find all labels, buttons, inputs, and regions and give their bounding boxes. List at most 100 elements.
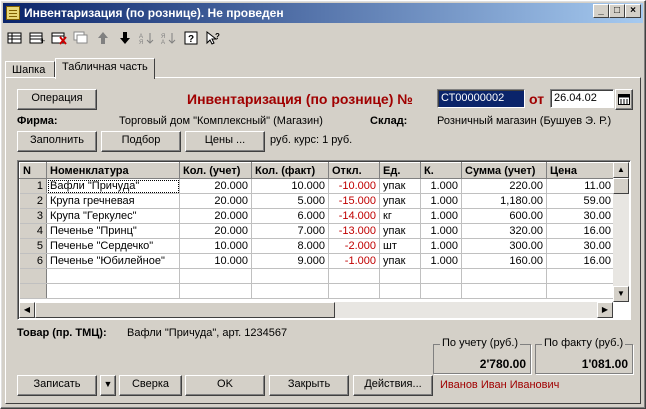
cell-qty-fact[interactable]: 9.000 [251,253,329,269]
cell-deviation: -15.000 [328,193,380,209]
column-header[interactable]: Сумма (учет) [461,162,547,179]
column-header[interactable]: Кол. (учет) [179,162,252,179]
select-button[interactable]: Подбор [101,131,181,152]
tab-header[interactable]: Шапка [5,61,55,78]
svg-text:A: A [161,40,165,45]
table-row-empty [19,283,615,299]
cell-sum-acc: 220.00 [461,178,547,194]
tab-table-part[interactable]: Табличная часть [55,58,155,79]
close-button[interactable]: Закрыть [269,375,349,396]
cell-name[interactable]: Печенье "Юбилейное" [46,253,180,269]
cell-unit[interactable]: шт [379,238,421,254]
cell-qty-fact[interactable]: 5.000 [251,193,329,209]
vertical-scroll-thumb[interactable] [613,178,629,194]
help-icon[interactable]: ? [181,28,201,48]
save-dropdown-icon[interactable]: ▼ [100,375,116,396]
document-date-field[interactable]: 26.04.02 [550,89,614,108]
table-row[interactable]: 5 Печенье "Сердечко" 10.000 8.000 -2.000… [19,238,615,254]
sort-desc-icon[interactable]: ЯA [159,28,179,48]
firm-value[interactable]: Торговый дом "Комплексный" (Магазин) [119,115,323,127]
scroll-left-icon[interactable]: ◀ [19,302,35,318]
sort-asc-icon[interactable]: AЯ [137,28,157,48]
new-row-icon[interactable] [5,28,25,48]
exchange-rate-text: руб. курс: 1 руб. [270,134,353,146]
cell-price[interactable]: 30.00 [546,238,615,254]
cell-name[interactable]: Печенье "Сердечко" [46,238,180,254]
cell-price[interactable]: 59.00 [546,193,615,209]
scroll-down-icon[interactable]: ▼ [613,286,629,302]
table-row[interactable]: 4 Печенье "Принц" 20.000 7.000 -13.000 у… [19,223,615,239]
cell-qty-fact[interactable]: 8.000 [251,238,329,254]
maximize-button[interactable]: □ [609,4,625,18]
column-header[interactable]: Ед. [379,162,421,179]
save-button[interactable]: Записать [17,375,97,396]
scroll-up-icon[interactable]: ▲ [613,162,629,178]
column-header[interactable]: Откл. [328,162,380,179]
cell-unit[interactable]: упак [379,253,421,269]
cell-qty-fact[interactable]: 6.000 [251,208,329,224]
horizontal-scrollbar[interactable]: ◀ ▶ [19,302,613,318]
add-row-icon[interactable]: + [27,28,47,48]
total-actual-label: По факту (руб.) [542,337,626,349]
operation-button[interactable]: Операция [17,89,97,110]
document-number-field[interactable]: СТ00000002 [437,89,525,108]
check-button[interactable]: Сверка [119,375,182,396]
row-number: 2 [19,193,47,209]
cell-unit[interactable]: упак [379,193,421,209]
cell-price[interactable]: 11.00 [546,178,615,194]
cell-name[interactable]: Крупа "Геркулес" [46,208,180,224]
cell-qty-acc[interactable]: 20.000 [179,193,252,209]
table-row[interactable]: 6 Печенье "Юбилейное" 10.000 9.000 -1.00… [19,253,615,269]
cell-qty-fact[interactable]: 7.000 [251,223,329,239]
cell-name[interactable]: Вафли "Причуда" [46,178,180,194]
column-header[interactable]: N [19,162,47,179]
cell-unit[interactable]: упак [379,223,421,239]
cell-qty-acc[interactable]: 20.000 [179,178,252,194]
title-bar[interactable]: Инвентаризация (по рознице). Не проведен [3,3,643,23]
close-window-button[interactable]: × [625,4,641,18]
cell-qty-acc[interactable]: 10.000 [179,253,252,269]
horizontal-scroll-thumb[interactable] [35,302,335,318]
cell-price[interactable]: 30.00 [546,208,615,224]
cell-deviation: -1.000 [328,253,380,269]
cell-price[interactable]: 16.00 [546,253,615,269]
column-header[interactable]: Номенклатура [46,162,180,179]
cell-qty-acc[interactable]: 20.000 [179,223,252,239]
vertical-scrollbar[interactable]: ▲ ▼ [613,162,629,302]
cell-k[interactable]: 1.000 [420,193,462,209]
scroll-right-icon[interactable]: ▶ [597,302,613,318]
move-down-icon[interactable] [115,28,135,48]
cell-name[interactable]: Печенье "Принц" [46,223,180,239]
table-row[interactable]: 3 Крупа "Геркулес" 20.000 6.000 -14.000 … [19,208,615,224]
prices-button[interactable]: Цены ... [185,131,265,152]
ok-button[interactable]: OK [185,375,265,396]
column-header[interactable]: К. [420,162,462,179]
items-table[interactable]: N Номенклатура Кол. (учет) Кол. (факт) О… [17,160,631,320]
cell-k[interactable]: 1.000 [420,238,462,254]
copy-row-icon[interactable] [71,28,91,48]
cell-k[interactable]: 1.000 [420,208,462,224]
column-header[interactable]: Цена [546,162,615,179]
cell-unit[interactable]: упак [379,178,421,194]
cell-unit[interactable]: кг [379,208,421,224]
minimize-button[interactable]: _ [593,4,609,18]
cell-k[interactable]: 1.000 [420,253,462,269]
fill-button[interactable]: Заполнить [17,131,97,152]
table-row[interactable]: 2 Крупа гречневая 20.000 5.000 -15.000 у… [19,193,615,209]
actions-button[interactable]: Действия... [353,375,433,396]
cell-price[interactable]: 16.00 [546,223,615,239]
cell-k[interactable]: 1.000 [420,223,462,239]
cell-qty-fact[interactable]: 10.000 [251,178,329,194]
context-help-icon[interactable]: ? [203,28,223,48]
calendar-button[interactable] [615,89,633,110]
warehouse-value[interactable]: Розничный магазин (Бушуев Э. Р.) [437,115,611,127]
column-header[interactable]: Кол. (факт) [251,162,329,179]
cell-name[interactable]: Крупа гречневая [46,193,180,209]
cell-sum-acc: 1,180.00 [461,193,547,209]
cell-qty-acc[interactable]: 10.000 [179,238,252,254]
cell-qty-acc[interactable]: 20.000 [179,208,252,224]
move-up-icon[interactable] [93,28,113,48]
table-row[interactable]: 1 Вафли "Причуда" 20.000 10.000 -10.000 … [19,178,615,194]
cell-k[interactable]: 1.000 [420,178,462,194]
delete-row-icon[interactable] [49,28,69,48]
